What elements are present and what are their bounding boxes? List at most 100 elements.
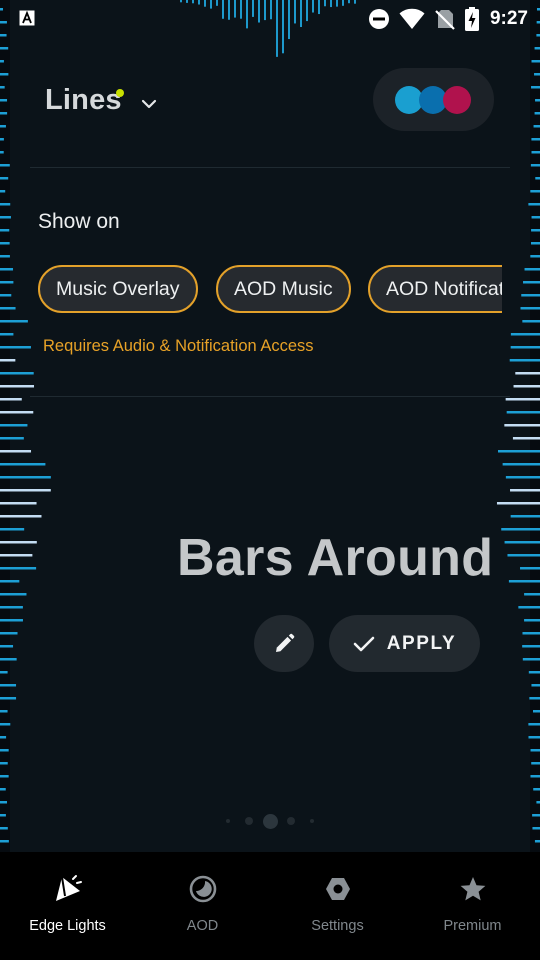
edge-light-bar — [531, 229, 540, 232]
edge-light-bar — [531, 60, 540, 63]
bottom-navigation: Edge Lights AOD Settings Premium — [0, 852, 540, 960]
edge-light-bar — [531, 684, 540, 687]
no-sim-icon — [435, 10, 455, 30]
edge-light-bar — [0, 203, 11, 206]
show-on-chips: Music Overlay AOD Music AOD Notification… — [38, 265, 502, 313]
nav-item-edge-lights[interactable]: Edge Lights — [0, 852, 135, 960]
edge-light-bar — [0, 749, 9, 752]
edge-light-bar — [530, 164, 540, 167]
edge-light-bar — [0, 99, 8, 102]
edge-light-bar — [0, 151, 4, 154]
permission-note[interactable]: Requires Audio & Notification Access — [43, 337, 314, 356]
edge-light-bar — [0, 47, 9, 50]
edge-light-bar — [0, 125, 6, 128]
page-dot — [310, 819, 314, 823]
edge-light-bar — [530, 775, 540, 778]
color-palette-button[interactable] — [373, 68, 494, 131]
edge-light-bar — [528, 736, 540, 739]
edge-light-bar — [0, 840, 9, 843]
edge-light-bar — [532, 814, 540, 817]
show-on-label: Show on — [38, 210, 120, 233]
text-a-icon — [19, 10, 35, 26]
edge-light-bar — [534, 840, 540, 843]
app-screen: 9:27 Lines Show on Music Overlay AOD Mus… — [0, 0, 540, 960]
theme-name: Lines — [45, 84, 122, 116]
edit-button[interactable] — [254, 615, 314, 672]
nav-label: Settings — [311, 918, 364, 934]
edge-light-bar — [0, 190, 6, 193]
edge-light-bar — [533, 710, 540, 713]
status-icons: 9:27 — [368, 6, 528, 32]
nav-item-aod[interactable]: AOD — [135, 852, 270, 960]
edge-light-bar — [0, 775, 9, 778]
page-dot — [287, 817, 295, 825]
theme-selector[interactable]: Lines — [45, 84, 158, 117]
edge-light-bar — [529, 697, 540, 700]
edge-light-bar — [535, 99, 540, 102]
page-indicator — [220, 811, 320, 831]
edge-light-bar — [530, 242, 540, 245]
edge-light-bar — [0, 164, 10, 167]
edge-lights-icon — [53, 874, 83, 904]
edge-light-bar — [0, 112, 8, 115]
edge-light-bar — [0, 814, 6, 817]
pencil-icon — [276, 633, 295, 652]
edge-light-bar — [0, 827, 8, 830]
edge-light-bar — [534, 112, 540, 115]
edge-light-bar — [0, 801, 8, 804]
battery-charging-icon — [464, 7, 479, 31]
edge-light-bar — [0, 723, 11, 726]
nav-item-settings[interactable]: Settings — [270, 852, 405, 960]
edge-light-bar — [0, 255, 10, 258]
nav-label: AOD — [186, 918, 219, 934]
nav-label: Premium — [443, 918, 502, 934]
edge-light-bar — [533, 125, 540, 128]
apply-label: APPLY — [386, 632, 457, 654]
divider — [30, 167, 510, 168]
chip-aod-music[interactable]: AOD Music — [216, 265, 351, 313]
edge-light-bar — [534, 73, 540, 76]
do-not-disturb-icon — [368, 9, 389, 29]
edge-light-bar — [0, 229, 10, 232]
edge-light-bar — [0, 86, 5, 89]
edge-light-bar — [528, 203, 540, 206]
edge-light-bar — [0, 762, 8, 765]
edge-light-bar — [0, 73, 9, 76]
edge-light-bar — [0, 736, 7, 739]
edge-light-bar — [0, 60, 4, 63]
nav-label: Edge Lights — [29, 918, 106, 934]
apply-button[interactable]: APPLY — [329, 615, 480, 672]
page-dot — [226, 819, 230, 823]
moon-icon — [188, 874, 218, 904]
chip-aod-notifications[interactable]: AOD Notifications — [368, 265, 502, 313]
status-bar: 9:27 — [0, 0, 540, 38]
nav-item-premium[interactable]: Premium — [405, 852, 540, 960]
chip-music-overlay[interactable]: Music Overlay — [38, 265, 198, 313]
edge-light-bar — [531, 151, 540, 154]
edge-light-bar — [0, 710, 8, 713]
settings-hex-icon — [323, 874, 353, 904]
edge-light-bar — [535, 177, 540, 180]
divider — [30, 396, 510, 397]
preview-title: Bars Around — [177, 529, 494, 587]
edge-light-bar — [530, 749, 540, 752]
edge-light-bar — [534, 47, 540, 50]
edge-light-bar — [0, 138, 4, 141]
edge-light-bar — [533, 788, 540, 791]
chevron-down-icon — [141, 99, 156, 108]
edge-light-bar — [0, 242, 10, 245]
edge-light-bar — [536, 801, 540, 804]
page-dot — [245, 817, 253, 825]
edge-light-bar — [530, 255, 540, 258]
edge-light-bar — [531, 762, 540, 765]
edge-light-bar — [532, 827, 540, 830]
new-indicator-dot — [116, 89, 124, 97]
edge-light-bar — [530, 190, 540, 193]
edge-light-bar — [0, 671, 8, 674]
color-swatch — [443, 86, 471, 114]
check-icon — [353, 636, 374, 651]
edge-light-bar — [531, 138, 540, 141]
edge-light-bar — [0, 788, 6, 791]
edge-light-bar — [0, 177, 9, 180]
edge-light-bar — [531, 216, 540, 219]
